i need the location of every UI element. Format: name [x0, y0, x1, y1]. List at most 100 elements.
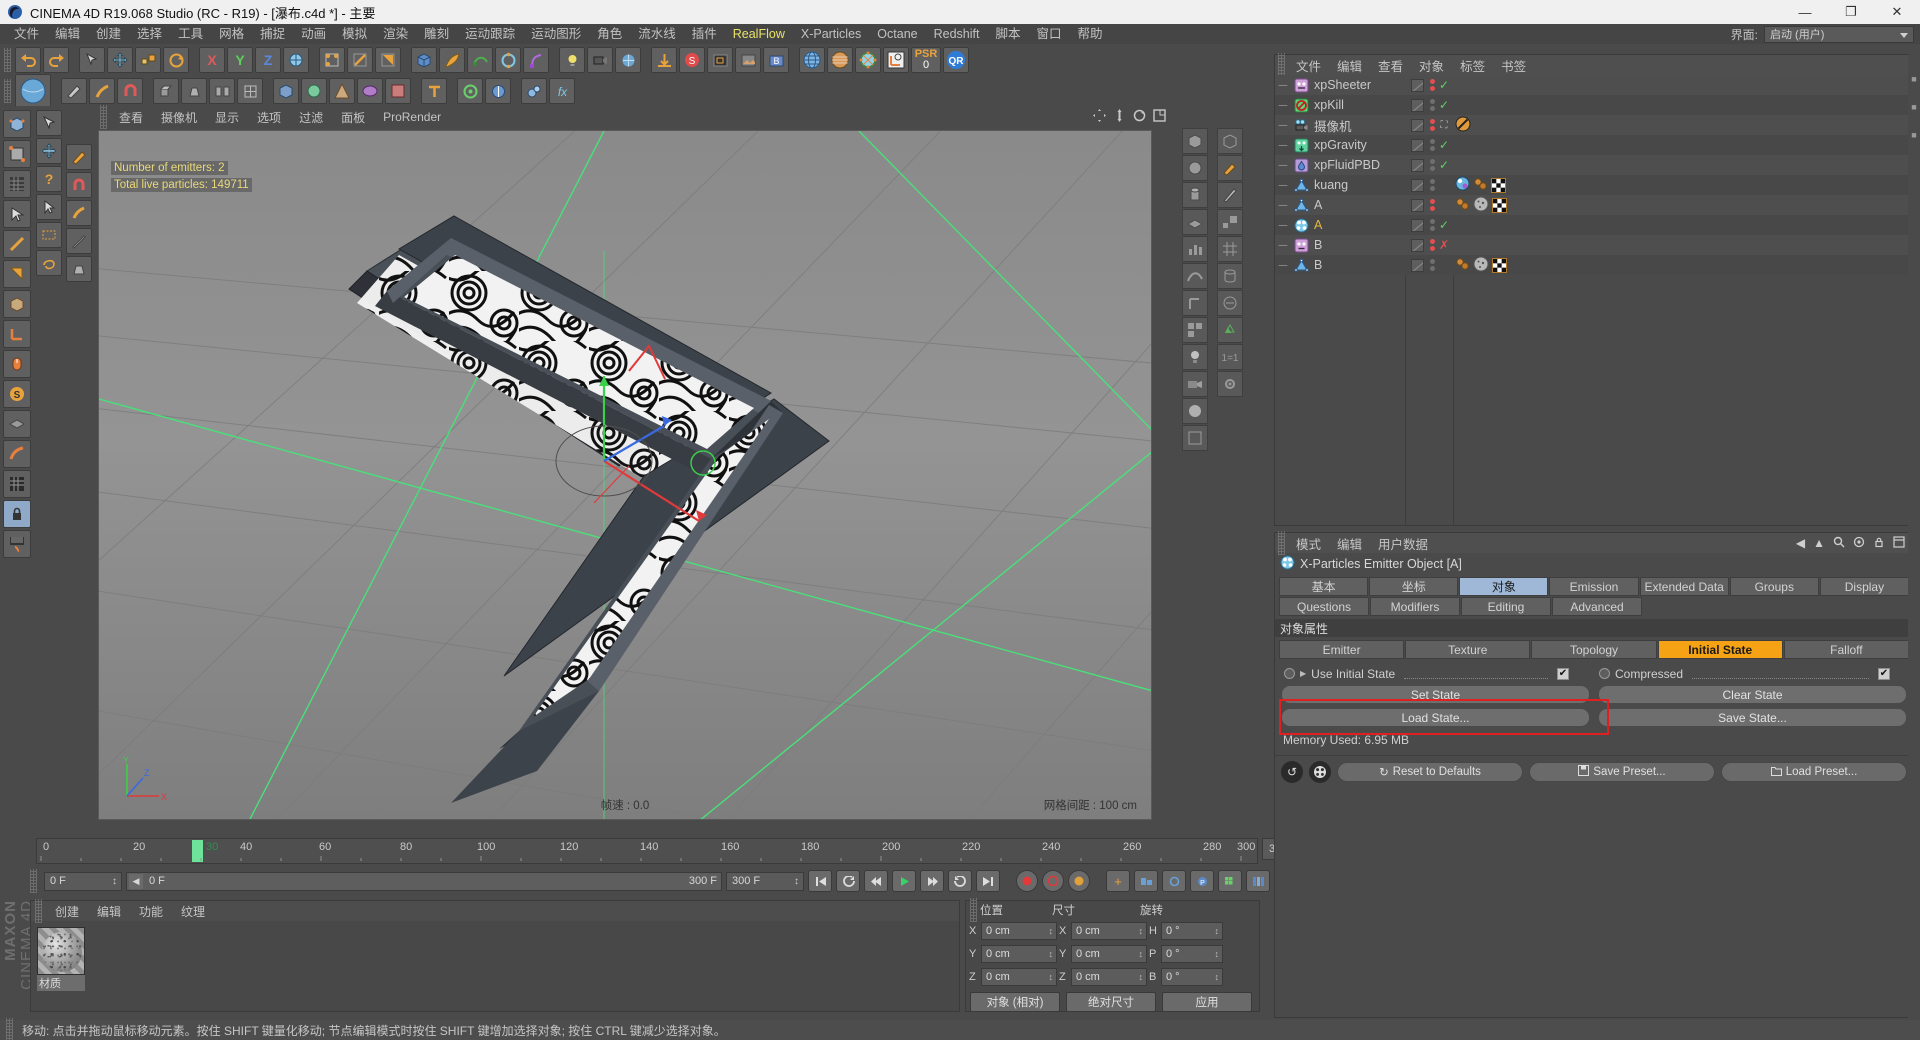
use-initial-state-radio[interactable] — [1284, 668, 1295, 679]
bevel-icon[interactable] — [66, 256, 92, 282]
dynamics-button[interactable] — [521, 78, 547, 104]
vs2-tube-icon[interactable] — [1217, 263, 1243, 289]
options-icon[interactable] — [1893, 535, 1905, 551]
material-tag-icon[interactable] — [1455, 196, 1470, 214]
object-menu-object[interactable]: 对象 — [1411, 56, 1452, 75]
viewport-menu-view[interactable]: 查看 — [110, 109, 152, 126]
visibility-toggle[interactable] — [1407, 118, 1427, 132]
scale-tool-button[interactable] — [135, 47, 161, 73]
help-icon[interactable]: ? — [36, 166, 62, 192]
attribute-menu-mode[interactable]: 模式 — [1288, 534, 1329, 553]
tab-advanced[interactable]: Advanced — [1552, 597, 1642, 616]
texture-tag-icon[interactable] — [1455, 176, 1470, 194]
vs-material-icon[interactable] — [1182, 398, 1208, 424]
select-live-button[interactable] — [79, 47, 105, 73]
object-menu-tags[interactable]: 标签 — [1452, 56, 1493, 75]
render-view-button[interactable] — [651, 47, 677, 73]
next-key-button[interactable] — [948, 870, 972, 892]
object-row-xpfluidpbd[interactable]: ─ xpFluidPBD ✓ — [1275, 155, 1913, 175]
position-key-button[interactable]: + — [1106, 870, 1130, 892]
enable-check-icon[interactable]: ✓ — [1437, 78, 1451, 92]
vs-camera-icon[interactable] — [1182, 371, 1208, 397]
magnet-tool-button[interactable] — [117, 78, 143, 104]
vs-tag-icon[interactable] — [1182, 425, 1208, 451]
close-button[interactable]: ✕ — [1874, 0, 1920, 24]
tab-coordinates[interactable]: 坐标 — [1369, 577, 1459, 596]
move-tool-button[interactable] — [107, 47, 133, 73]
coord-field-pos-y[interactable]: 0 cm — [981, 944, 1057, 963]
vs-chart-icon[interactable] — [1182, 236, 1208, 262]
visibility-toggle[interactable] — [1407, 178, 1427, 192]
deformer-2-button[interactable] — [301, 78, 327, 104]
coord-field-size-x[interactable]: 0 cm — [1071, 921, 1147, 940]
brush-icon[interactable] — [66, 200, 92, 226]
no-entry-tag-icon[interactable] — [1455, 116, 1471, 135]
menu-create[interactable]: 创建 — [88, 24, 129, 44]
vs2-grid-icon[interactable] — [1217, 236, 1243, 262]
object-row-xpsheeter[interactable]: ─ xpSheeter ✓ — [1275, 75, 1913, 95]
texture-mode-button[interactable] — [3, 170, 31, 198]
playbar-handle-left[interactable]: ◀ — [129, 873, 143, 889]
prev-key-button[interactable] — [836, 870, 860, 892]
step-back-button[interactable] — [864, 870, 888, 892]
viewport-canvas[interactable]: Number of emitters: 2 Total live particl… — [98, 130, 1152, 820]
search-icon[interactable] — [1833, 536, 1845, 551]
vs2-mograph-icon[interactable]: 1=1 — [1217, 344, 1243, 370]
material-manager-grip[interactable] — [35, 899, 42, 923]
tab-groups[interactable]: Groups — [1729, 577, 1819, 596]
magnet-icon[interactable] — [66, 172, 92, 198]
viewport-mouse-button[interactable] — [3, 350, 31, 378]
object-row-b-generator[interactable]: ─ B ✗ — [1275, 235, 1913, 255]
polygon-mode-button[interactable] — [375, 47, 401, 73]
weight-tool-button[interactable] — [3, 530, 31, 558]
menu-xparticles[interactable]: X-Particles — [793, 24, 869, 44]
content-browser-button[interactable]: B — [763, 47, 789, 73]
attribute-manager-grip[interactable] — [1278, 531, 1285, 555]
rotation-key-button[interactable] — [1162, 870, 1186, 892]
expand-marker-icon[interactable]: ⛶ — [1437, 120, 1451, 131]
uv-mode-button[interactable] — [3, 290, 31, 318]
polygon-select-button[interactable] — [3, 260, 31, 288]
knife-icon[interactable] — [66, 228, 92, 254]
nurbs-button[interactable] — [467, 47, 493, 73]
tab-emission[interactable]: Emission — [1549, 577, 1639, 596]
right-strip-tab-1[interactable]: ■ — [1909, 74, 1919, 84]
material-menu-edit[interactable]: 编辑 — [89, 903, 129, 920]
axis-z-button[interactable]: Z — [255, 47, 281, 73]
vs-deformer-icon[interactable] — [1182, 290, 1208, 316]
quick-render-button[interactable]: QR — [943, 47, 969, 73]
vs-sphere-icon[interactable] — [1182, 155, 1208, 181]
menu-simulate[interactable]: 模拟 — [334, 24, 375, 44]
dolly-icon[interactable] — [1113, 109, 1126, 125]
viewport-menu-display[interactable]: 显示 — [206, 109, 248, 126]
visibility-dots[interactable] — [1427, 99, 1437, 111]
viewport-menu-options[interactable]: 选项 — [248, 109, 290, 126]
visibility-dots[interactable] — [1427, 239, 1437, 251]
chevron-right-icon[interactable]: ▶ — [1300, 669, 1306, 678]
vs-plane-icon[interactable] — [1182, 209, 1208, 235]
minimize-button[interactable]: — — [1782, 0, 1828, 24]
material-menu-function[interactable]: 功能 — [131, 903, 171, 920]
enable-check-icon[interactable]: ✓ — [1437, 98, 1451, 112]
coord-field-rot-p[interactable]: 0 ° — [1161, 944, 1223, 963]
menu-mesh[interactable]: 网格 — [211, 24, 252, 44]
menu-sculpt[interactable]: 雕刻 — [416, 24, 457, 44]
lock-icon[interactable] — [1873, 536, 1885, 551]
visibility-dots[interactable] — [1427, 219, 1437, 231]
timeline-mode-button[interactable] — [1246, 870, 1270, 892]
layout-select[interactable]: 启动 (用户) — [1764, 25, 1914, 43]
attribute-menu-edit[interactable]: 编辑 — [1329, 534, 1370, 553]
object-manager-grip[interactable] — [1278, 53, 1285, 77]
step-forward-button[interactable] — [920, 870, 944, 892]
pla-key-button[interactable] — [1218, 870, 1242, 892]
object-menu-edit[interactable]: 编辑 — [1329, 56, 1370, 75]
menu-select[interactable]: 选择 — [129, 24, 170, 44]
deformed-globe-icon[interactable] — [827, 47, 853, 73]
back-arrow-icon[interactable]: ◀ — [1796, 536, 1805, 550]
subdivide-button[interactable] — [237, 78, 263, 104]
extrude-button[interactable] — [153, 78, 179, 104]
menu-octane[interactable]: Octane — [869, 24, 925, 44]
preset-undo-icon[interactable]: ↺ — [1281, 761, 1303, 783]
timeline-ruler[interactable]: 0 20 30 40 60 80 100 120 140 160 180 200… — [36, 838, 1258, 864]
tab-questions[interactable]: Questions — [1279, 597, 1369, 616]
